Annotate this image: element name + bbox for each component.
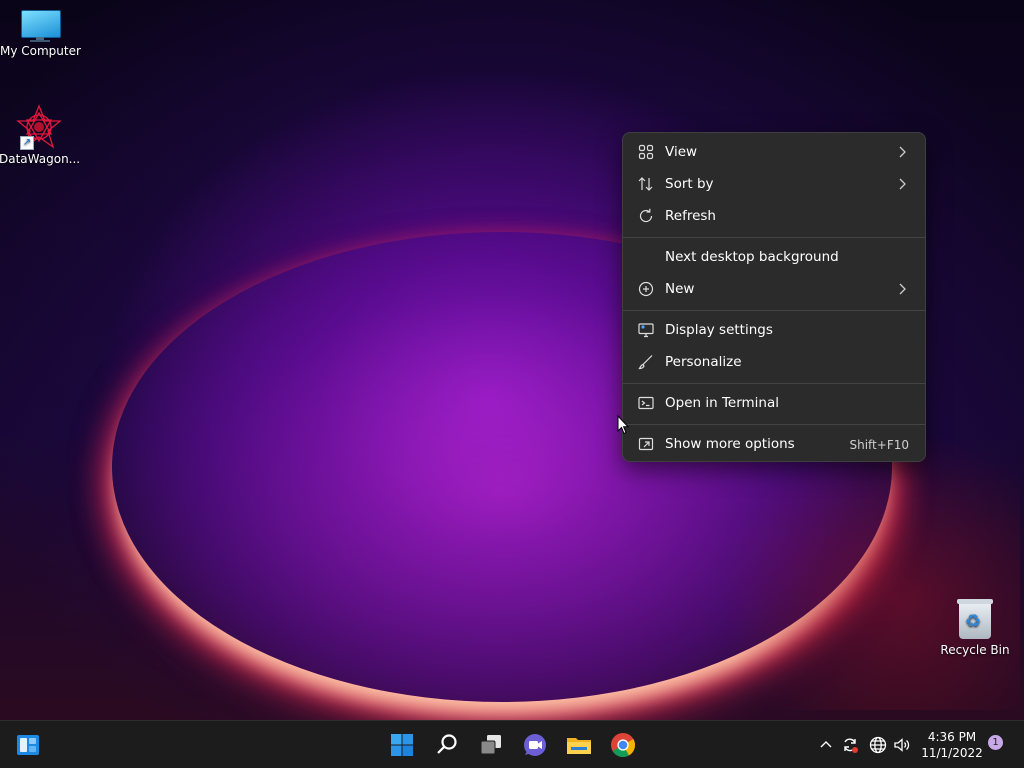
grid-icon	[637, 143, 655, 161]
menu-item-refresh[interactable]: Refresh	[627, 201, 923, 231]
desktop-icon-label: Recycle Bin	[940, 643, 1010, 657]
refresh-icon	[637, 207, 655, 225]
desktop-icon-datawagon[interactable]: ↗ DataWagon...	[0, 104, 81, 166]
clock-date: 11/1/2022	[921, 746, 983, 760]
chrome-icon[interactable]	[609, 731, 637, 759]
menu-item-label: Next desktop background	[665, 249, 839, 265]
chevron-right-icon	[893, 280, 911, 298]
task-view-icon[interactable]	[477, 731, 505, 759]
file-explorer-icon[interactable]	[565, 731, 593, 759]
terminal-icon	[637, 394, 655, 412]
desktop-icon-recycle-bin[interactable]: ♻ Recycle Bin	[935, 597, 1015, 657]
menu-item-sort-by[interactable]: Sort by	[627, 169, 923, 199]
desktop-icon-label: My Computer	[0, 44, 81, 58]
display-settings-icon	[637, 321, 655, 339]
chevron-right-icon	[893, 143, 911, 161]
desktop-icon-label: DataWagon...	[0, 152, 81, 166]
taskbar: 4:36 PM 11/1/2022	[0, 720, 1024, 768]
network-icon[interactable]	[868, 735, 888, 755]
menu-item-open-in-terminal[interactable]: Open in Terminal	[627, 388, 923, 418]
plus-circle-icon	[637, 280, 655, 298]
widgets-icon[interactable]	[14, 731, 42, 759]
menu-separator	[623, 310, 925, 311]
start-icon[interactable]	[388, 731, 416, 759]
menu-item-label: Display settings	[665, 322, 773, 338]
brush-icon	[637, 353, 655, 371]
menu-item-label: Refresh	[665, 208, 716, 224]
chevron-up-icon[interactable]	[816, 735, 836, 755]
desktop-icon-my-computer[interactable]: My Computer	[0, 10, 81, 58]
system-clock[interactable]: 4:36 PM 11/1/2022	[912, 729, 992, 761]
menu-item-new[interactable]: New	[627, 274, 923, 304]
clock-time: 4:36 PM	[927, 730, 977, 744]
menu-item-shortcut: Shift+F10	[849, 438, 909, 452]
volume-icon[interactable]	[892, 735, 912, 755]
menu-separator	[623, 383, 925, 384]
menu-item-label: Personalize	[665, 354, 742, 370]
mouse-cursor-icon	[617, 414, 630, 435]
menu-item-show-more-options[interactable]: Show more options Shift+F10	[627, 429, 923, 459]
sync-icon[interactable]	[840, 735, 860, 755]
menu-item-view[interactable]: View	[627, 137, 923, 167]
menu-item-personalize[interactable]: Personalize	[627, 347, 923, 377]
datawagon-app-icon: ↗	[16, 104, 62, 150]
teams-chat-icon[interactable]	[521, 731, 549, 759]
menu-item-label: View	[665, 144, 698, 160]
monitor-icon	[20, 10, 61, 42]
menu-item-display-settings[interactable]: Display settings	[627, 315, 923, 345]
chevron-right-icon	[893, 175, 911, 193]
menu-item-next-desktop-background[interactable]: Next desktop background	[627, 242, 923, 272]
menu-separator	[623, 424, 925, 425]
shortcut-arrow-icon: ↗	[20, 136, 34, 150]
menu-item-label: Open in Terminal	[665, 395, 779, 411]
menu-item-label: Show more options	[665, 436, 795, 452]
menu-item-label: Sort by	[665, 176, 714, 192]
wallpaper-glow-red	[720, 430, 1020, 710]
menu-separator	[623, 237, 925, 238]
notification-badge[interactable]: 1	[988, 735, 1003, 750]
menu-item-label: New	[665, 281, 695, 297]
desktop-context-menu: View Sort by Refresh Next desktop backgr…	[622, 132, 926, 462]
search-icon[interactable]	[433, 731, 461, 759]
show-more-icon	[637, 435, 655, 453]
recycle-bin-icon: ♻	[955, 597, 995, 641]
sort-arrows-icon	[637, 175, 655, 193]
